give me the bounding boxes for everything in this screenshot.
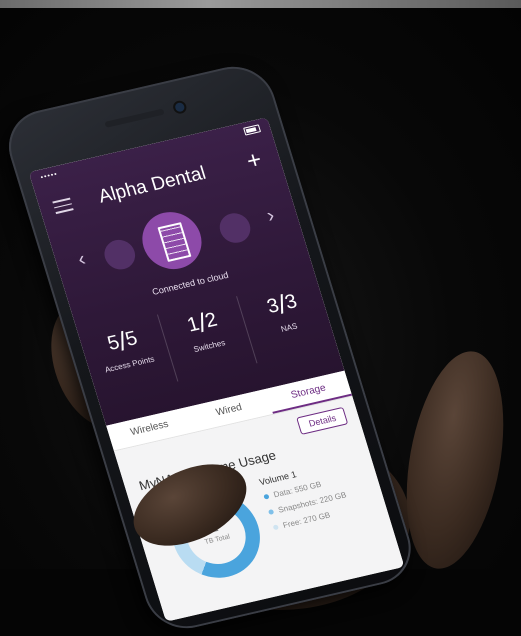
- menu-icon[interactable]: [52, 197, 74, 215]
- details-button[interactable]: Details: [296, 406, 349, 435]
- dot-icon: [272, 524, 279, 531]
- phone-scene: ••••• Alpha Dental + ‹ › Connected to cl…: [0, 0, 521, 636]
- building-icon[interactable]: [135, 206, 209, 275]
- signal-dots: •••••: [39, 170, 59, 182]
- app-header: ••••• Alpha Dental + ‹ › Connected to cl…: [28, 117, 345, 426]
- dot-icon: [267, 509, 275, 515]
- site-title: Alpha Dental: [96, 162, 209, 208]
- next-device-icon: [215, 210, 255, 246]
- plus-icon[interactable]: +: [243, 146, 265, 176]
- usage-legend: Volume 1 Data: 550 GB Snapshots: 220 GB …: [258, 453, 384, 539]
- battery-icon: [243, 124, 262, 136]
- front-camera: [174, 101, 186, 113]
- smartphone: ••••• Alpha Dental + ‹ › Connected to cl…: [0, 58, 421, 636]
- chevron-left-icon[interactable]: ‹: [75, 248, 88, 271]
- dot-icon: [263, 493, 270, 500]
- earpiece-speaker: [104, 108, 165, 128]
- chevron-right-icon[interactable]: ›: [264, 204, 277, 227]
- prev-device-icon: [100, 236, 139, 273]
- phone-screen: ••••• Alpha Dental + ‹ › Connected to cl…: [28, 117, 405, 622]
